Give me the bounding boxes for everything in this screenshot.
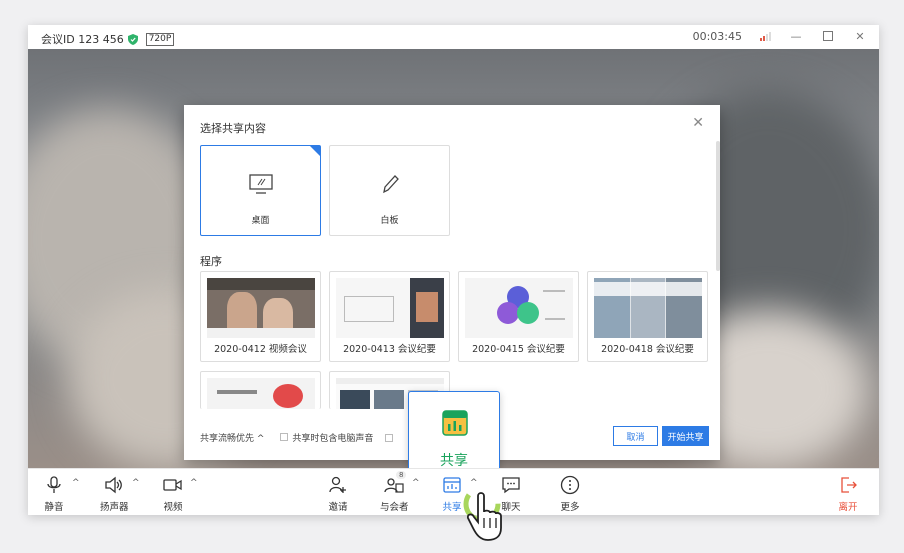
share-option-whiteboard[interactable]: 白板 [329,145,450,236]
participants-label: 与会者 [380,502,409,513]
share-option-desktop[interactable]: 桌面 [200,145,321,236]
cancel-button[interactable]: 取消 [613,426,658,446]
mute-label: 静音 [44,502,64,513]
program-label: 2020-0415 会议纪要 [472,344,565,355]
meeting-id: 会议ID 123 456 [41,33,124,46]
checkbox-icon[interactable] [385,433,394,442]
program-card[interactable]: 2020-0412 视频会议 [200,271,321,362]
video-button[interactable]: 视频 [163,475,183,513]
chevron-up-icon[interactable]: ^ [412,478,420,488]
program-thumbnail [465,278,573,338]
program-label: 2020-0413 会议纪要 [343,344,436,355]
share-screen-icon [443,477,461,493]
close-icon[interactable]: ✕ [853,29,867,43]
meeting-info: 会议ID 123 456 720P [41,31,175,47]
program-label: 2020-0412 视频会议 [214,344,307,355]
program-card[interactable] [200,371,321,409]
share-tooltip-label: 共享 [440,453,468,468]
program-label: 2020-0418 会议纪要 [601,344,694,355]
speaker-button[interactable]: 扬声器 [100,475,129,513]
selected-corner [310,146,320,156]
share-option-label: 桌面 [251,216,270,226]
hand-pointer-icon [463,485,502,541]
video-stage: 选择共享内容 ✕ 桌面 白板 程序 2020-0412 视频会议 2020-04… [28,49,879,468]
participants-button[interactable]: 与会者 8 [380,471,409,513]
checkbox-icon [280,433,289,441]
program-thumbnail [336,278,444,338]
participants-count-badge: 8 [396,471,407,479]
fluency-dropdown[interactable]: 共享流畅优先 ^ [200,431,264,444]
more-button[interactable]: 更多 [560,475,580,513]
chevron-up-icon[interactable]: ^ [72,478,80,488]
more-icon [560,475,580,495]
speaker-label: 扬声器 [100,502,129,513]
program-thumbnail [594,278,702,338]
share-option-label: 白板 [380,216,399,226]
shield-icon [127,33,138,45]
mute-button[interactable]: 静音 [44,475,64,513]
invite-label: 邀请 [328,502,348,513]
title-right: 00:03:45 — ✕ [693,29,867,43]
signal-icon [760,31,771,41]
dialog-title: 选择共享内容 [200,122,266,135]
share-button[interactable]: 共享 [442,475,462,513]
meeting-window: 会议ID 123 456 720P 00:03:45 — ✕ 选择共享内容 ✕ … [28,25,879,515]
leave-icon [841,477,857,493]
share-tooltip: 共享 [408,391,500,468]
program-card[interactable]: 2020-0413 会议纪要 [329,271,450,362]
desktop-icon [248,174,273,194]
leave-label: 离开 [838,502,858,513]
start-share-button[interactable]: 开始共享 [662,426,709,446]
program-thumbnail [207,378,315,409]
pen-icon [382,175,399,194]
chevron-up-icon[interactable]: ^ [132,478,140,488]
programs-title: 程序 [200,255,222,268]
add-user-icon [329,476,346,493]
more-label: 更多 [560,502,580,513]
speaker-icon [105,476,123,494]
maximize-icon[interactable] [821,29,835,43]
meeting-timer: 00:03:45 [692,29,742,43]
meeting-toolbar: 静音 ^ 扬声器 ^ 视频 ^ 邀请 与会者 8 ^ 共享 ^ 聊天 更多 离开 [28,468,879,515]
dialog-close-icon[interactable]: ✕ [692,115,704,131]
minimize-icon[interactable]: — [789,29,803,43]
include-audio-label: 共享时包含电脑声音 [292,434,374,444]
video-label: 视频 [163,502,183,513]
include-audio-checkbox[interactable]: 共享时包含电脑声音 [280,431,373,444]
resolution-badge: 720P [145,32,175,46]
program-card[interactable]: 2020-0418 会议纪要 [587,271,708,362]
dialog-footer: 共享流畅优先 ^ 共享时包含电脑声音 [200,431,397,444]
dialog-scrollbar[interactable] [716,141,720,271]
title-bar: 会议ID 123 456 720P 00:03:45 — ✕ [28,25,879,49]
program-thumbnail [207,278,315,338]
share-label: 共享 [442,502,462,513]
leave-button[interactable]: 离开 [838,475,858,513]
share-screen-icon [442,410,468,436]
microphone-icon [47,476,61,493]
invite-button[interactable]: 邀请 [328,475,348,513]
camera-icon [163,479,182,491]
program-card[interactable]: 2020-0415 会议纪要 [458,271,579,362]
chevron-up-icon[interactable]: ^ [190,478,198,488]
